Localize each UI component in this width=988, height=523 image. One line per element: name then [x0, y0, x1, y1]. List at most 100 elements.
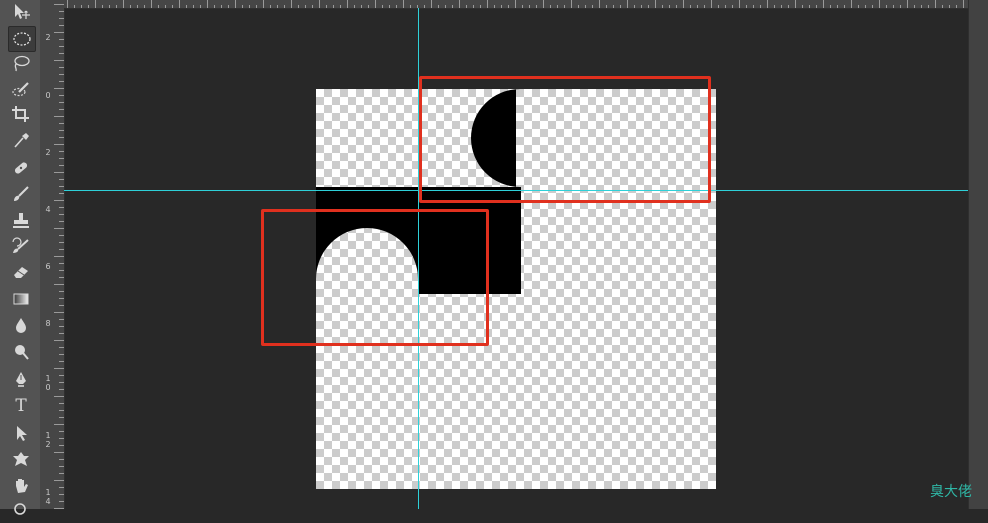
ruler-tick [900, 5, 901, 8]
elliptical-marquee-tool[interactable] [8, 26, 36, 52]
ruler-tick [396, 5, 397, 8]
ruler-tick [130, 5, 131, 8]
ruler-tick [54, 368, 64, 369]
move-icon [15, 4, 30, 19]
ruler-tick [151, 0, 152, 8]
ruler-tick [739, 0, 740, 8]
ruler-tick [144, 5, 145, 8]
ruler-tick [522, 5, 523, 8]
ruler-tick [963, 0, 964, 8]
zoom-icon [14, 503, 26, 515]
ruler-tick [501, 5, 502, 8]
ruler-tick [830, 5, 831, 8]
ruler-tick [354, 5, 355, 8]
ruler-tick [872, 5, 873, 8]
ruler-tick [949, 5, 950, 8]
ruler-tick [81, 5, 82, 8]
type-tool[interactable]: T [8, 394, 34, 418]
gradient-tool[interactable] [8, 287, 34, 311]
ruler-tick [704, 5, 705, 8]
ruler-tick [774, 5, 775, 8]
ruler-tick [823, 0, 824, 8]
ruler-label: 8 [45, 319, 51, 328]
ruler-tick [200, 5, 201, 8]
custom-shape-tool[interactable] [8, 447, 34, 471]
ruler-tick [326, 5, 327, 8]
ruler-tick [921, 5, 922, 8]
lasso-tool[interactable] [8, 52, 34, 76]
dodge-tool[interactable] [8, 340, 34, 364]
ruler-tick [333, 5, 334, 8]
horizontal-ruler[interactable] [64, 0, 968, 9]
ruler-tick [767, 0, 768, 8]
ruler-tick [837, 5, 838, 8]
pen-tool[interactable] [8, 368, 34, 392]
ruler-tick [865, 5, 866, 8]
zoom-tool[interactable] [8, 499, 34, 523]
ruler-tick [907, 0, 908, 8]
history-brush-icon [12, 237, 29, 253]
ruler-tick [592, 5, 593, 8]
eyedropper-tool[interactable] [8, 128, 34, 152]
ruler-tick [662, 5, 663, 8]
ruler-tick [102, 5, 103, 8]
ruler-tick [137, 5, 138, 8]
ruler-tick [508, 5, 509, 8]
move-tool[interactable] [8, 0, 34, 24]
pen-icon [16, 372, 26, 387]
ruler-tick [116, 5, 117, 8]
ruler-tick [375, 0, 376, 8]
ruler-tick [242, 5, 243, 8]
healing-brush-tool[interactable] [8, 156, 34, 180]
vertical-ruler[interactable]: 2 0 2 4 6 8 1 0 1 2 1 4 [40, 0, 65, 509]
ruler-tick [711, 0, 712, 8]
ruler-tick [515, 0, 516, 8]
quick-selection-tool[interactable] [8, 77, 34, 101]
ruler-tick [690, 5, 691, 8]
ruler-tick [424, 5, 425, 8]
ruler-tick [942, 5, 943, 8]
ruler-tick [193, 5, 194, 8]
ruler-tick [305, 5, 306, 8]
ruler-tick [165, 5, 166, 8]
ruler-tick [389, 5, 390, 8]
clone-stamp-tool[interactable] [8, 208, 34, 232]
ruler-tick [473, 5, 474, 8]
ruler-tick [214, 5, 215, 8]
ruler-tick [221, 5, 222, 8]
ruler-tick [753, 5, 754, 8]
crop-tool[interactable] [8, 102, 34, 126]
vertical-scrollbar[interactable] [968, 0, 988, 509]
ruler-tick [54, 228, 64, 229]
ruler-tick [382, 5, 383, 8]
ruler-tick [641, 5, 642, 8]
eraser-tool[interactable] [8, 260, 34, 284]
ruler-tick [95, 0, 96, 8]
blur-tool[interactable] [8, 313, 34, 337]
path-selection-tool[interactable] [8, 421, 34, 445]
ruler-tick [54, 424, 64, 425]
ruler-tick [431, 0, 432, 8]
history-brush-tool[interactable] [8, 234, 34, 258]
hand-tool[interactable] [8, 474, 34, 498]
ruler-tick [788, 5, 789, 8]
crop-icon [12, 106, 29, 122]
ruler-tick [655, 0, 656, 8]
ruler-tick [403, 0, 404, 8]
gradient-icon [13, 293, 29, 305]
brush-tool[interactable] [8, 182, 34, 206]
ruler-tick [718, 5, 719, 8]
ruler-tick [809, 5, 810, 8]
ruler-tick [956, 5, 957, 8]
ruler-tick [54, 396, 64, 397]
ruler-tick [648, 5, 649, 8]
quick-selection-icon [12, 82, 29, 97]
stamp-icon [13, 213, 29, 228]
ruler-tick [347, 0, 348, 8]
ruler-tick [312, 5, 313, 8]
ruler-tick [557, 5, 558, 8]
ruler-tick [361, 5, 362, 8]
ruler-tick [676, 5, 677, 8]
ruler-tick [228, 5, 229, 8]
brush-icon [14, 186, 29, 201]
